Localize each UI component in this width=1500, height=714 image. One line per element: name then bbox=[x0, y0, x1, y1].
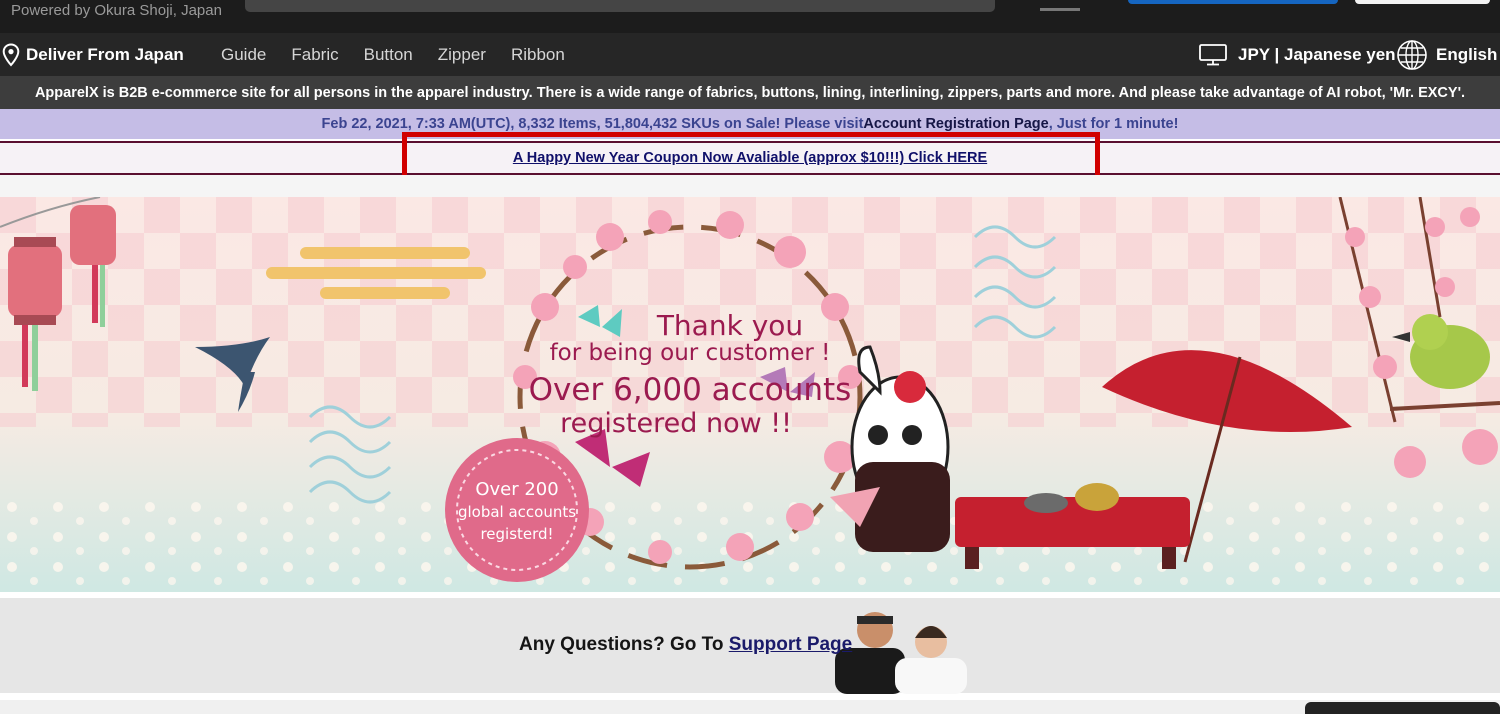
banner-line-4: registered now !! bbox=[560, 408, 792, 439]
badge-line-2: global accounts bbox=[457, 503, 577, 521]
account-registration-link[interactable]: Account Registration Page bbox=[863, 116, 1048, 132]
support-prefix: Any Questions? Go To bbox=[519, 634, 729, 655]
cart-icon[interactable] bbox=[1040, 0, 1080, 11]
sale-notice: Feb 22, 2021, 7:33 AM(UTC), 8,332 Items,… bbox=[0, 109, 1500, 139]
deliver-from-japan[interactable]: Deliver From Japan bbox=[0, 33, 184, 76]
badge-line-3: registerd! bbox=[480, 525, 554, 543]
badge-line-1: Over 200 bbox=[475, 479, 559, 500]
nav-link-button[interactable]: Button bbox=[364, 45, 413, 65]
notice-prefix: Feb 22, 2021, 7:33 AM(UTC), 8,332 Items,… bbox=[321, 116, 864, 132]
global-accounts-badge: Over 200 global accounts registerd! bbox=[445, 479, 589, 545]
nav-links: Guide Fabric Button Zipper Ribbon bbox=[221, 33, 590, 76]
register-button[interactable] bbox=[1128, 0, 1338, 4]
intro-banner: ApparelX is B2B e-commerce site for all … bbox=[0, 76, 1500, 109]
nav-link-ribbon[interactable]: Ribbon bbox=[511, 45, 565, 65]
nav-link-zipper[interactable]: Zipper bbox=[438, 45, 486, 65]
banner-line-2: for being our customer ! bbox=[549, 340, 831, 366]
language-label: English bbox=[1436, 44, 1498, 64]
banner-line-3: Over 6,000 accounts bbox=[528, 372, 852, 408]
top-bar: Powered by Okura Shoji, Japan bbox=[0, 0, 1500, 33]
notice-suffix: , Just for 1 minute! bbox=[1048, 116, 1179, 132]
banner-text: Thank you for being our customer ! Over … bbox=[520, 309, 860, 439]
support-text: Any Questions? Go To Support Page bbox=[519, 634, 852, 656]
footer-edge bbox=[0, 700, 1500, 714]
language-selector[interactable]: English bbox=[1396, 33, 1497, 76]
currency-label: JPY | Japanese yen bbox=[1238, 44, 1396, 64]
currency-selector[interactable]: JPY | Japanese yen bbox=[1198, 33, 1396, 76]
staff-photo bbox=[835, 612, 967, 694]
search-input[interactable] bbox=[245, 0, 995, 12]
main-nav: Deliver From Japan Guide Fabric Button Z… bbox=[0, 33, 1500, 76]
nav-link-guide[interactable]: Guide bbox=[221, 45, 266, 65]
globe-icon bbox=[1397, 39, 1427, 70]
thank-you-banner[interactable]: Thank you for being our customer ! Over … bbox=[0, 197, 1500, 592]
login-button[interactable] bbox=[1355, 0, 1490, 4]
powered-by-text: Powered by Okura Shoji, Japan bbox=[11, 2, 222, 19]
coupon-bar: A Happy New Year Coupon Now Avaliable (a… bbox=[0, 141, 1500, 175]
nav-link-fabric[interactable]: Fabric bbox=[291, 45, 338, 65]
support-page-link[interactable]: Support Page bbox=[729, 634, 853, 655]
location-pin-icon bbox=[2, 42, 20, 66]
monitor-icon bbox=[1199, 43, 1227, 65]
coupon-link[interactable]: A Happy New Year Coupon Now Avaliable (a… bbox=[0, 143, 1500, 173]
spacer bbox=[0, 175, 1500, 197]
deliver-label: Deliver From Japan bbox=[26, 44, 184, 64]
corner-image bbox=[1305, 702, 1500, 714]
banner-line-1: Thank you bbox=[656, 309, 804, 342]
